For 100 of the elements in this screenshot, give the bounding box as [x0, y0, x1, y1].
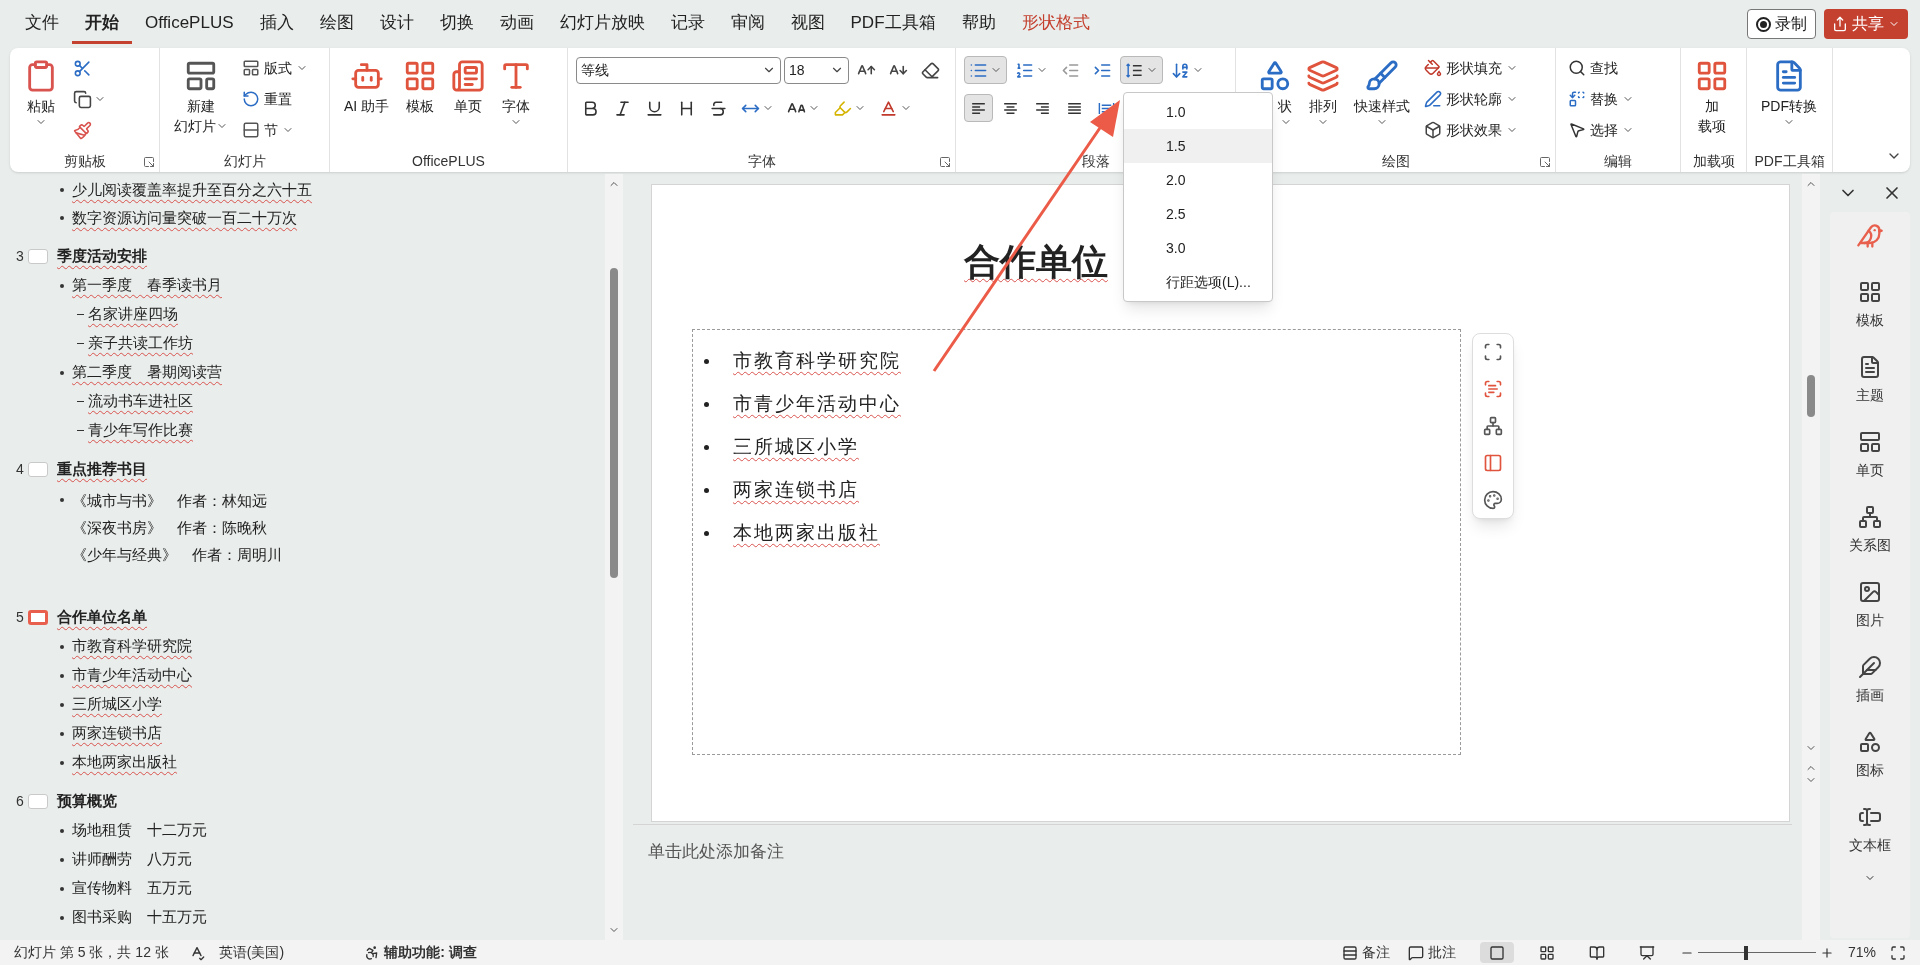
menu-tab[interactable]: 动画 [486, 4, 547, 44]
menu-tab[interactable]: 审阅 [717, 4, 778, 44]
scissors-icon [73, 58, 92, 78]
ribbon-button[interactable]: 新建 幻灯片 [168, 52, 234, 150]
outline-item: 图书采购 十五万元 [72, 907, 207, 928]
zoom-thumb[interactable] [1744, 945, 1749, 960]
side-panel-item[interactable]: 关系图 [1849, 493, 1891, 568]
menu-tab[interactable]: 切换 [426, 4, 487, 44]
underline-icon [645, 98, 664, 118]
ribbon-button[interactable]: 字体 [493, 52, 540, 150]
scrollbar[interactable] [1802, 174, 1820, 940]
record-button[interactable]: 录制 [1747, 9, 1816, 39]
ribbon-button[interactable]: 形状轮廓 [1420, 85, 1522, 113]
side-panel-item[interactable]: 单页 [1856, 418, 1884, 493]
palette-icon[interactable] [1483, 490, 1503, 510]
menu-tab[interactable]: 记录 [657, 4, 718, 44]
side-panel-item[interactable]: 图标 [1856, 718, 1884, 793]
slide-thumbnail-icon[interactable] [28, 461, 48, 477]
ribbon-button[interactable]: 粘贴 [18, 52, 64, 150]
menu-tab[interactable]: OfficePLUS [132, 4, 247, 44]
slide-number: 5 [16, 607, 25, 627]
ribbon-button[interactable]: 排列 [1300, 52, 1346, 150]
ribbon-button[interactable]: 快速样式 [1348, 52, 1416, 150]
clear-format-icon [921, 60, 940, 80]
normal-view-icon [1488, 944, 1505, 961]
combo-field[interactable]: 等线 [576, 56, 781, 84]
dialog-launcher-icon[interactable] [1539, 156, 1551, 168]
italic-icon [613, 98, 632, 118]
slide-bullet: 本地两家出版社 [733, 521, 880, 546]
menu-item[interactable]: 3.0 [1124, 231, 1272, 265]
slide-thumbnail-icon[interactable] [28, 609, 48, 625]
side-panel-item[interactable]: 主题 [1856, 343, 1884, 418]
zoom-in-icon[interactable] [1819, 945, 1834, 960]
ribbon-button[interactable]: 形状填充 [1420, 54, 1522, 82]
side-panel-item[interactable]: 图片 [1856, 568, 1884, 643]
menu-item[interactable]: 2.5 [1124, 197, 1272, 231]
group-label: 绘图 [1381, 151, 1410, 171]
tool-button[interactable] [964, 94, 993, 122]
outline-item: 第一季度 春季读书月 [72, 275, 222, 296]
slide-number: 4 [16, 459, 25, 479]
ribbon-button[interactable]: 节 [238, 116, 312, 144]
menu-tab[interactable]: 帮助 [948, 4, 1009, 44]
scrollbar[interactable] [605, 174, 623, 940]
menu-item[interactable]: 1.5 [1124, 129, 1272, 163]
slide-thumbnail-icon[interactable] [28, 793, 48, 809]
ribbon-button[interactable]: 查找 [1564, 54, 1638, 82]
ribbon-button[interactable]: 选择 [1564, 116, 1638, 144]
menu-item[interactable]: 行距选项(L)... [1124, 265, 1272, 299]
ribbon-button[interactable]: 加 载项 [1689, 52, 1735, 150]
side-panel-item[interactable]: 模板 [1856, 268, 1884, 343]
scroll-thumb[interactable] [1807, 375, 1815, 417]
slide-counter: 幻灯片 第 5 张，共 12 张 [14, 943, 169, 962]
combo-field[interactable]: 18 [784, 56, 849, 84]
ribbon-button[interactable]: AI 助手 [338, 52, 396, 150]
new-slide-icon [184, 59, 218, 93]
slide-thumbnail-icon[interactable] [28, 248, 48, 264]
menu-tab[interactable]: 形状格式 [1008, 4, 1103, 44]
ribbon-button[interactable]: 重置 [238, 85, 312, 113]
outline-item: 场地租赁 十二万元 [72, 820, 207, 841]
dialog-launcher-icon[interactable] [939, 156, 951, 168]
dash-mark [77, 430, 84, 431]
menu-tab[interactable]: 绘图 [306, 4, 367, 44]
menu-tab[interactable]: PDF工具箱 [837, 4, 949, 44]
ribbon-button[interactable]: 版式 [238, 54, 312, 82]
view-button[interactable] [1479, 942, 1514, 963]
ribbon-button[interactable]: 单页 [445, 52, 492, 150]
zoom-slider[interactable] [1697, 945, 1816, 960]
text-box[interactable]: 市教育科学研究院 市青少年活动中心 三所城区小学 两家连锁书店 本地两家出版社 [692, 329, 1461, 755]
menu-tab[interactable]: 视图 [777, 4, 838, 44]
accessibility-status[interactable]: 辅助功能: 调查 [384, 942, 477, 963]
slide-number: 3 [16, 246, 25, 266]
notes-button[interactable]: 备注 [1341, 942, 1390, 963]
menu-tab[interactable]: 设计 [366, 4, 427, 44]
template-icon [1858, 280, 1882, 304]
ribbon-button[interactable]: 替换 [1564, 85, 1638, 113]
slide-number: 6 [16, 791, 25, 811]
menu-item[interactable]: 2.0 [1124, 163, 1272, 197]
share-button[interactable]: 共享 [1824, 9, 1908, 39]
menu-tab[interactable]: 插入 [246, 4, 307, 44]
menu-tab[interactable]: 文件 [12, 4, 72, 44]
diagram-icon [1858, 505, 1882, 529]
side-panel-item[interactable]: 插画 [1856, 643, 1884, 718]
language-label[interactable]: 英语(美国) [218, 942, 285, 963]
replace-icon [1568, 90, 1586, 108]
text-frame-icon[interactable] [1483, 379, 1503, 399]
fit-to-window-icon[interactable] [1890, 944, 1906, 961]
ribbon-button[interactable]: PDF转换 [1755, 52, 1823, 150]
zoom-level[interactable]: 71% [1847, 942, 1876, 963]
menu-tab[interactable]: 开始 [72, 4, 132, 44]
ribbon-button[interactable]: 模板 [397, 52, 444, 150]
diagram-icon[interactable] [1483, 416, 1503, 436]
menu-tab[interactable]: 幻灯片放映 [546, 4, 658, 44]
dialog-launcher-icon[interactable] [143, 156, 155, 168]
side-panel-item[interactable]: 文本框 [1849, 793, 1891, 868]
font-color-icon [879, 98, 898, 118]
ribbon-button[interactable]: 形状效果 [1420, 116, 1522, 144]
scroll-thumb[interactable] [610, 268, 618, 578]
numbered-list-icon [1015, 60, 1034, 80]
comments-button[interactable]: 批注 [1407, 942, 1456, 963]
notes-field[interactable]: 单击此处添加备注 [648, 842, 784, 861]
